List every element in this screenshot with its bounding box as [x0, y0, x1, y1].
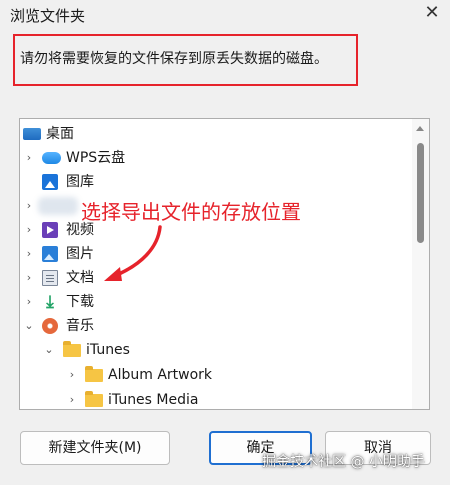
folder-tree[interactable]: 桌面 › WPS云盘 图库 › › 视频 › 图片 › 文档 › ⤓ 下载 ⌄ … [19, 118, 430, 410]
new-folder-button[interactable]: 新建文件夹(M) [20, 431, 170, 465]
tree-item-album-artwork[interactable]: › Album Artwork [20, 363, 412, 387]
tree-item-music[interactable]: ⌄ 音乐 [20, 314, 412, 338]
chevron-right-icon[interactable]: › [24, 242, 34, 266]
tree-item-label: 图片 [66, 246, 94, 262]
gallery-icon [42, 174, 58, 190]
video-icon [42, 222, 58, 238]
tree-item-desktop[interactable]: 桌面 [20, 122, 412, 146]
instruction-text: 请勿将需要恢复的文件保存到原丢失数据的磁盘。 [20, 51, 328, 67]
tree-item-label: 图库 [66, 174, 94, 190]
tree-item-wps-cloud[interactable]: › WPS云盘 [20, 146, 412, 170]
tree-item-pictures[interactable]: › 图片 [20, 242, 412, 266]
folder-icon [85, 391, 103, 407]
tree-item-label: 桌面 [46, 126, 74, 142]
chevron-right-icon[interactable]: › [67, 388, 77, 409]
chevron-right-icon[interactable]: › [24, 290, 34, 314]
desktop-icon [23, 128, 41, 140]
chevron-right-icon[interactable]: › [24, 218, 34, 242]
scrollbar-thumb[interactable] [417, 143, 424, 243]
folder-icon [63, 341, 81, 357]
tree-item-label: 文档 [66, 270, 94, 286]
chevron-down-icon[interactable]: ⌄ [44, 338, 54, 362]
vertical-scrollbar[interactable] [412, 119, 429, 409]
chevron-right-icon[interactable]: › [67, 363, 77, 387]
tree-item-label: WPS云盘 [66, 150, 126, 166]
tree-item-label: 下载 [66, 294, 94, 310]
dialog-title: 浏览文件夹 [10, 7, 86, 25]
chevron-right-icon[interactable]: › [24, 266, 34, 290]
download-icon: ⤓ [46, 292, 54, 312]
tree-item-downloads[interactable]: › ⤓ 下载 [20, 290, 412, 314]
tree-item-label: Album Artwork [108, 367, 213, 383]
tree-item-label: 音乐 [66, 318, 94, 334]
tree-item-documents[interactable]: › 文档 [20, 266, 412, 290]
chevron-right-icon[interactable]: › [24, 146, 34, 170]
annotation-text: 选择导出文件的存放位置 [81, 200, 301, 224]
tree-item-itunes-media[interactable]: › iTunes Media [20, 388, 412, 409]
documents-icon [42, 270, 58, 286]
pictures-icon [42, 246, 58, 262]
tree-item-gallery[interactable]: 图库 [20, 170, 412, 194]
cloud-icon [42, 152, 61, 164]
tree-item-itunes[interactable]: ⌄ iTunes [20, 338, 412, 362]
scroll-up-icon[interactable] [416, 126, 424, 131]
chevron-right-icon[interactable]: › [24, 194, 34, 218]
tree-item-label: iTunes Media [108, 392, 199, 408]
folder-icon [85, 366, 103, 382]
watermark: 掘金技术社区 @ 小明助手 [262, 454, 425, 470]
annotation-arrow [104, 225, 162, 281]
blurred-icon [38, 197, 78, 215]
title-bar: 浏览文件夹 ✕ [0, 0, 450, 30]
close-icon[interactable]: ✕ [421, 2, 443, 24]
chevron-down-icon[interactable]: ⌄ [24, 314, 34, 338]
music-icon [42, 318, 58, 334]
tree-item-label: iTunes [86, 342, 130, 358]
